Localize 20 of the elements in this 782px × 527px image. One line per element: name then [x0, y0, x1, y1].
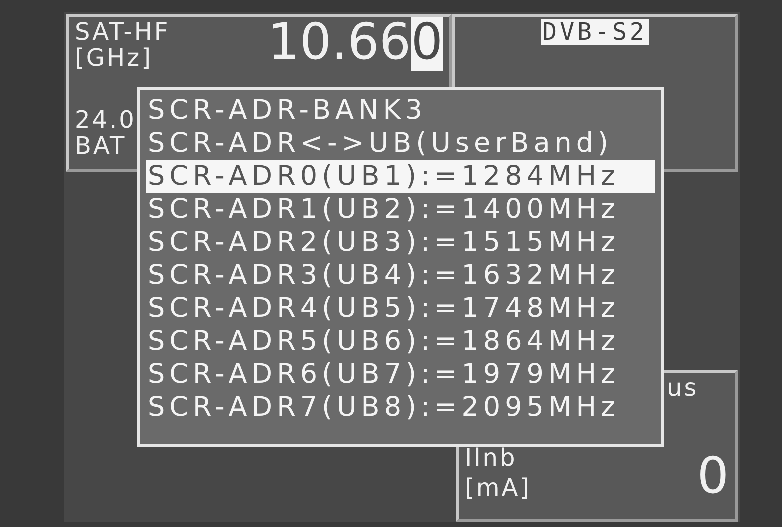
frequency-value: 10.660	[268, 17, 443, 71]
menu-item[interactable]: SCR-ADR7(UB8):=2095MHz	[146, 391, 655, 424]
menu-item[interactable]: SCR-ADR1(UB2):=1400MHz	[146, 193, 655, 226]
menu-title: SCR-ADR-BANK3	[147, 94, 428, 127]
unit-label: [GHz]	[75, 45, 153, 71]
status-text: us	[667, 375, 699, 401]
reading-text: 24.0	[75, 107, 136, 133]
menu-item[interactable]: SCR-ADR0(UB1):=1284MHz	[146, 160, 655, 193]
menu-subtitle: SCR-ADR<->UB(UserBand)	[147, 127, 614, 160]
current-label: Ilnb	[465, 445, 518, 471]
menu-item[interactable]: SCR-ADR4(UB5):=1748MHz	[146, 292, 655, 325]
unit-label: [mA]	[465, 475, 532, 501]
menu-item[interactable]: SCR-ADR3(UB4):=1632MHz	[146, 259, 655, 292]
menu-item[interactable]: SCR-ADR5(UB6):=1864MHz	[146, 325, 655, 358]
standard-label: DVB-S2	[540, 19, 650, 45]
menu-item[interactable]: SCR-ADR6(UB7):=1979MHz	[146, 358, 655, 391]
menu-item[interactable]: SCR-ADR2(UB3):=1515MHz	[146, 226, 655, 259]
current-value: 0	[697, 451, 729, 501]
band-label: SAT-HF	[75, 19, 170, 45]
battery-label: BAT	[75, 133, 127, 159]
